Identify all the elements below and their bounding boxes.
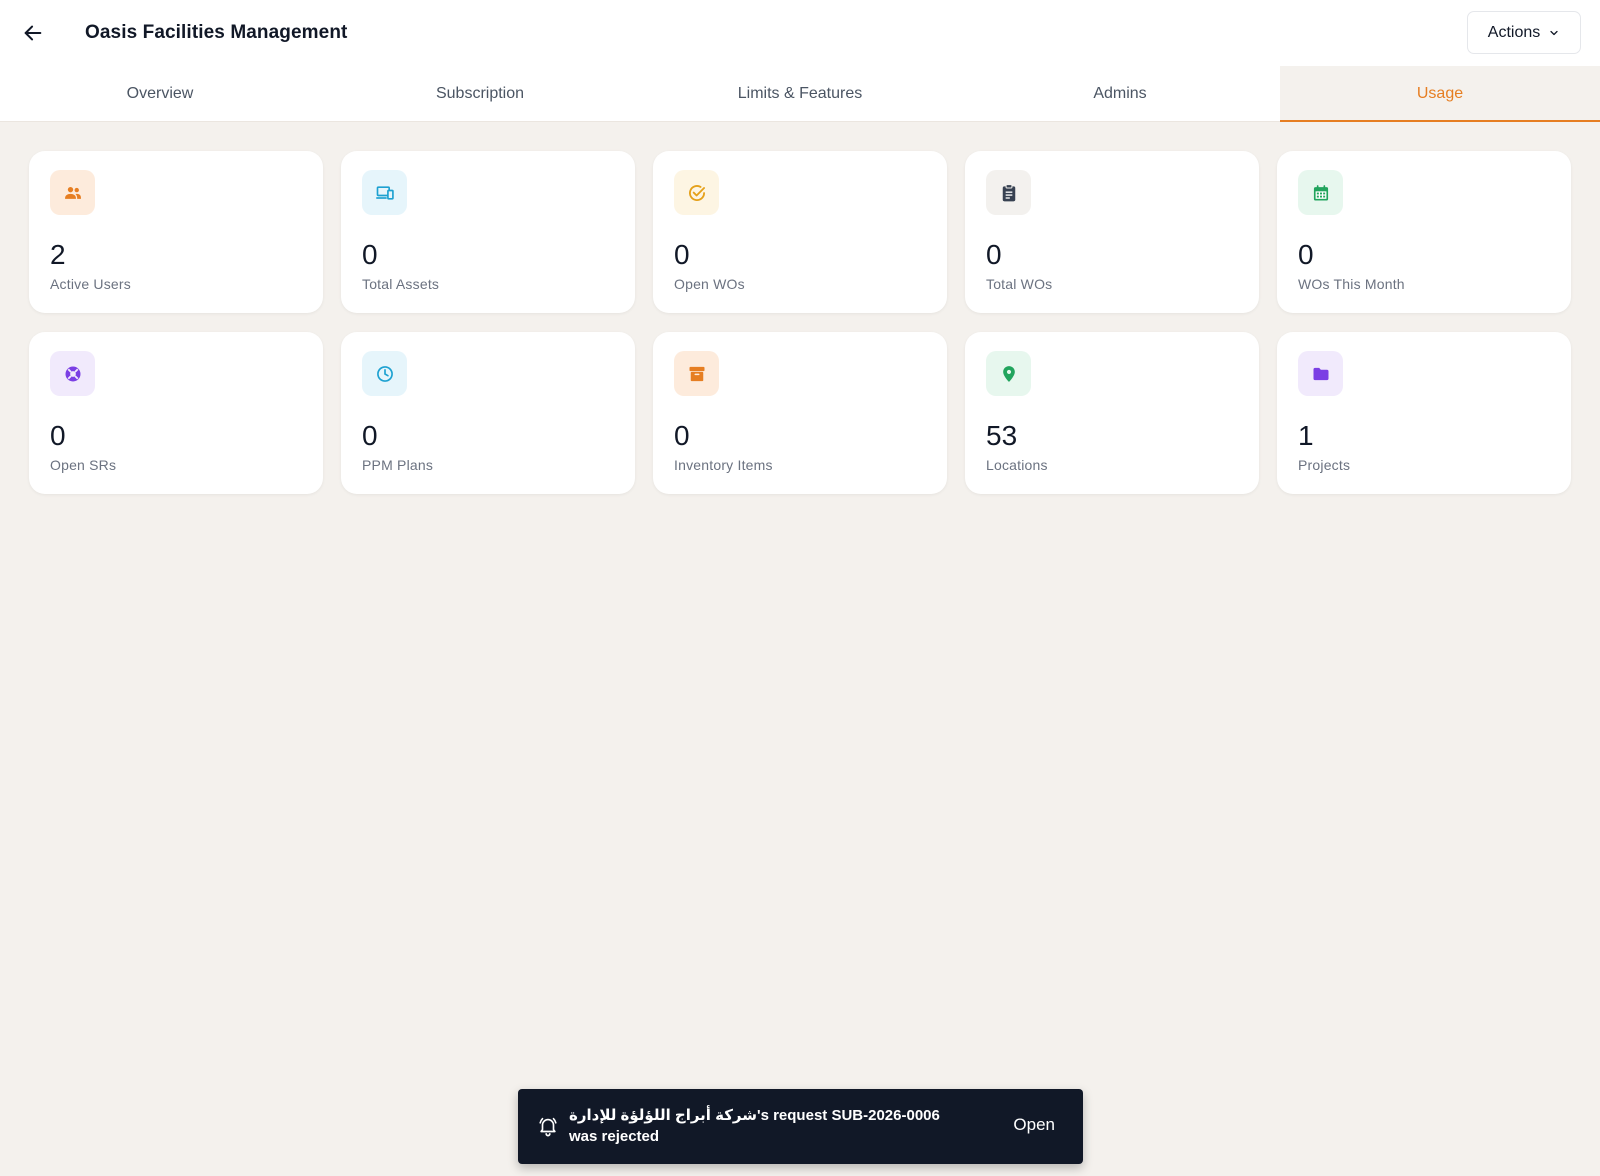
stat-icon-box — [362, 170, 407, 215]
bell-icon — [539, 1117, 557, 1137]
stat-icon-box — [1298, 351, 1343, 396]
check-circle-icon — [688, 184, 705, 201]
stat-value: 0 — [50, 420, 66, 451]
stat-icon-box — [50, 351, 95, 396]
stat-label: Projects — [1298, 457, 1351, 473]
usage-stats-grid: 2 Active Users 0 Total Assets 0 Open WOs — [29, 151, 1572, 494]
page-title: Oasis Facilities Management — [85, 22, 348, 43]
stat-card-open-wos: 0 Open WOs — [653, 151, 947, 313]
users-icon — [64, 186, 81, 199]
app-header: Oasis Facilities Management Actions — [0, 0, 1600, 66]
devices-icon — [375, 185, 394, 200]
clock-icon — [376, 365, 393, 382]
arrow-left-icon — [24, 25, 42, 41]
stat-icon-box — [362, 351, 407, 396]
stat-value: 0 — [986, 239, 1002, 270]
stat-label: Inventory Items — [674, 457, 773, 473]
actions-label: Actions — [1487, 23, 1541, 41]
stat-card-inventory-items: 0 Inventory Items — [653, 332, 947, 494]
stat-card-locations: 53 Locations — [965, 332, 1259, 494]
stat-card-ppm-plans: 0 PPM Plans — [341, 332, 635, 494]
tab-admins[interactable]: Admins — [960, 66, 1280, 121]
stat-icon-box — [986, 170, 1031, 215]
actions-button[interactable]: Actions — [1467, 11, 1581, 54]
calendar-icon — [1313, 184, 1328, 200]
stat-value: 2 — [50, 239, 66, 270]
tab-overview[interactable]: Overview — [0, 66, 320, 121]
stat-card-open-srs: 0 Open SRs — [29, 332, 323, 494]
stat-value: 0 — [362, 239, 378, 270]
stat-label: Open SRs — [50, 457, 117, 473]
notification-toast: شركة أبراج اللؤلؤة للإدارة's request SUB… — [518, 1089, 1083, 1164]
clipboard-icon — [1002, 183, 1015, 201]
stat-value: 0 — [674, 420, 690, 451]
map-pin-icon — [1002, 365, 1015, 382]
toast-open-button[interactable]: Open — [1013, 1115, 1055, 1135]
back-button[interactable] — [16, 16, 50, 50]
stat-value: 0 — [1298, 239, 1314, 270]
tab-limits-features[interactable]: Limits & Features — [640, 66, 960, 121]
stat-value: 53 — [986, 420, 1018, 451]
lifebuoy-icon — [65, 366, 80, 381]
tab-subscription[interactable]: Subscription — [320, 66, 640, 121]
stat-label: Locations — [986, 457, 1048, 473]
stat-value: 1 — [1298, 420, 1314, 451]
tab-usage[interactable]: Usage — [1280, 66, 1600, 122]
stat-card-total-assets: 0 Total Assets — [341, 151, 635, 313]
stat-card-total-wos: 0 Total WOs — [965, 151, 1259, 313]
folder-icon — [1313, 367, 1328, 380]
stat-card-projects: 1 Projects — [1277, 332, 1571, 494]
stat-icon-box — [674, 170, 719, 215]
stat-label: PPM Plans — [362, 457, 434, 473]
stat-value: 0 — [362, 420, 378, 451]
stat-icon-box — [1298, 170, 1343, 215]
stat-label: Active Users — [50, 276, 131, 292]
stat-card-wos-this-month: 0 WOs This Month — [1277, 151, 1571, 313]
stat-icon-box — [50, 170, 95, 215]
chevron-down-icon — [1550, 30, 1558, 35]
stat-icon-box — [674, 351, 719, 396]
stat-card-active-users: 2 Active Users — [29, 151, 323, 313]
stat-label: Total Assets — [362, 276, 440, 292]
stat-icon-box — [986, 351, 1031, 396]
tab-bar: Overview Subscription Limits & Features … — [0, 66, 1600, 122]
stat-value: 0 — [674, 239, 690, 270]
stat-label: Open WOs — [674, 276, 745, 292]
stat-label: WOs This Month — [1298, 276, 1405, 292]
toast-message: شركة أبراج اللؤلؤة للإدارة's request SUB… — [569, 1107, 940, 1145]
stat-label: Total WOs — [986, 276, 1053, 292]
archive-icon — [689, 366, 704, 381]
